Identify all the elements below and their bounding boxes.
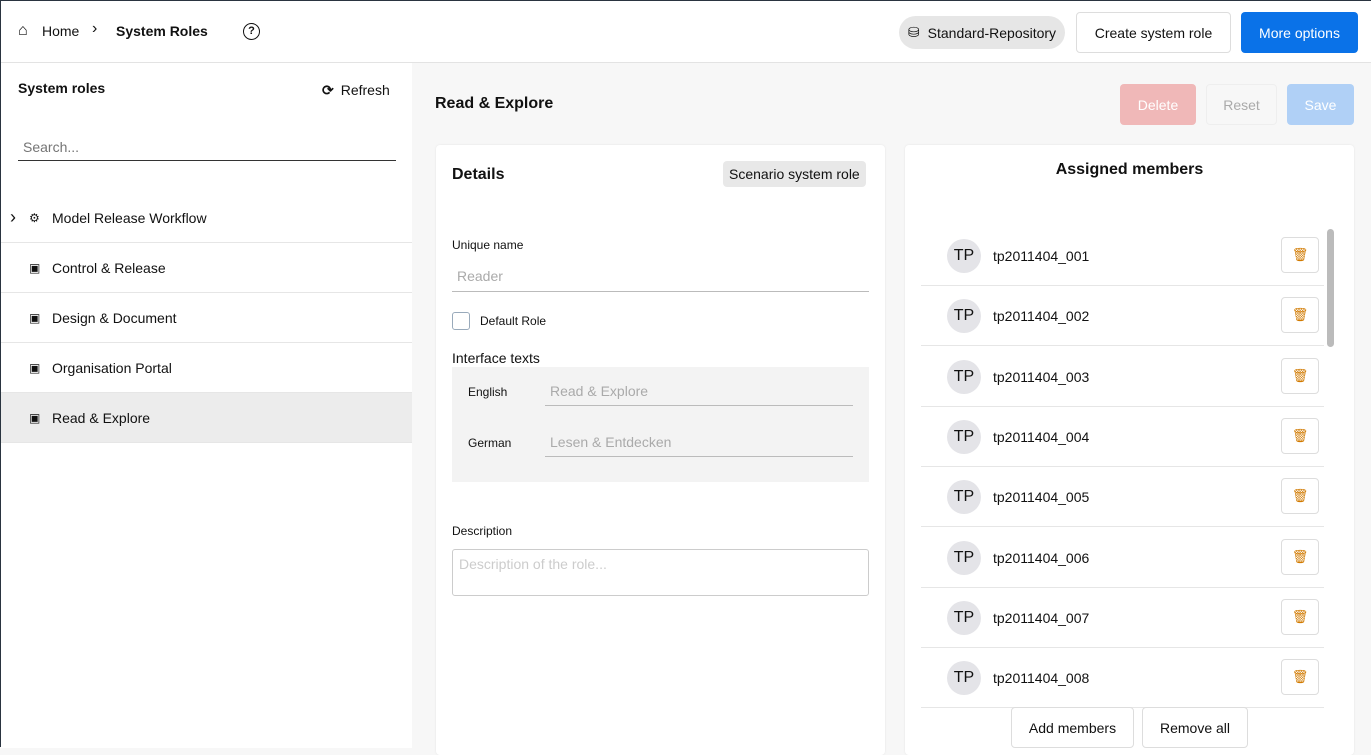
avatar: TP xyxy=(947,600,981,635)
member-name: tp2011404_001 xyxy=(993,248,1090,264)
trash-icon: 🗑 xyxy=(1291,488,1309,504)
add-members-button[interactable]: Add members xyxy=(1011,707,1134,748)
sidebar-item-control-release[interactable]: ▣ Control & Release xyxy=(1,243,412,293)
default-role-checkbox[interactable] xyxy=(452,312,470,330)
save-button[interactable]: Save xyxy=(1287,84,1354,125)
scenario-badge: Scenario system role xyxy=(723,161,866,187)
item-label: Organisation Portal xyxy=(52,359,172,376)
german-input[interactable]: Lesen & Entdecken xyxy=(545,426,853,457)
sidebar-item-model-release-workflow[interactable]: › ⚙ Model Release Workflow xyxy=(1,193,412,243)
item-label: Model Release Workflow xyxy=(52,209,207,226)
german-label: German xyxy=(468,436,512,450)
member-name: tp2011404_003 xyxy=(993,368,1090,385)
trash-icon: 🗑 xyxy=(1291,307,1309,323)
description-label: Description xyxy=(452,524,513,538)
member-row: TP tp2011404_006 🗑 xyxy=(921,528,1324,588)
member-row: TP tp2011404_001 🗑 xyxy=(921,226,1324,286)
remove-member-button[interactable]: 🗑 xyxy=(1281,237,1319,273)
details-title: Details xyxy=(452,166,505,183)
trash-icon: 🗑 xyxy=(1291,427,1309,443)
remove-member-button[interactable]: 🗑 xyxy=(1281,357,1319,394)
member-name: tp2011404_002 xyxy=(993,308,1090,325)
member-row: TP tp2011404_005 🗑 xyxy=(921,467,1324,528)
breadcrumb-current: System Roles xyxy=(116,23,208,39)
english-input[interactable]: Read & Explore xyxy=(545,375,853,406)
refresh-label: Refresh xyxy=(340,82,390,98)
scrollbar[interactable] xyxy=(1327,229,1334,347)
avatar: TP xyxy=(947,419,981,454)
item-label: Design & Document xyxy=(52,309,177,326)
role-icon: ▣ xyxy=(29,410,41,425)
repository-label: Standard-Repository xyxy=(927,24,1057,41)
remove-member-button[interactable]: 🗑 xyxy=(1281,478,1319,515)
database-icon: ⛁ xyxy=(907,24,920,40)
avatar: TP xyxy=(947,661,981,696)
refresh-button[interactable]: ⟳ Refresh xyxy=(322,82,390,99)
english-label: English xyxy=(468,385,508,399)
trash-icon: 🗑 xyxy=(1291,548,1309,564)
remove-member-button[interactable]: 🗑 xyxy=(1281,297,1319,334)
sidebar-item-read-explore[interactable]: ▣ Read & Explore xyxy=(1,393,412,443)
member-row: TP tp2011404_003 🗑 xyxy=(921,347,1324,407)
interface-texts-panel: English Read & Explore German Lesen & En… xyxy=(452,367,869,482)
sidebar: System roles ⟳ Refresh › ⚙ Model Release Wo… xyxy=(1,63,412,748)
chevron-right-icon[interactable]: › xyxy=(10,207,16,228)
remove-member-button[interactable]: 🗑 xyxy=(1281,417,1319,454)
remove-member-button[interactable]: 🗑 xyxy=(1281,538,1319,575)
interface-texts-label: Interface texts xyxy=(452,350,540,366)
default-role-label: Default Role xyxy=(480,314,547,328)
top-bar: ⌂ Home › System Roles ? ⛁ Standard-Reposi… xyxy=(1,1,1371,63)
role-icon: ▣ xyxy=(29,310,41,325)
unique-name-input[interactable]: Reader xyxy=(452,261,869,292)
member-name: tp2011404_006 xyxy=(993,549,1090,566)
reset-button[interactable]: Reset xyxy=(1206,84,1277,125)
remove-all-button[interactable]: Remove all xyxy=(1142,707,1248,748)
page-title: Read & Explore xyxy=(435,95,554,112)
item-label: Control & Release xyxy=(52,259,166,276)
avatar: TP xyxy=(947,239,981,273)
member-name: tp2011404_005 xyxy=(993,489,1090,506)
members-title: Assigned members xyxy=(1055,161,1204,178)
member-name: tp2011404_004 xyxy=(993,428,1090,445)
description-textarea[interactable]: Description of the role... xyxy=(452,549,869,596)
member-row: TP tp2011404_008 🗑 xyxy=(921,648,1324,709)
more-options-button[interactable]: More options xyxy=(1241,12,1358,53)
create-system-role-button[interactable]: Create system role xyxy=(1076,12,1231,53)
member-row: TP tp2011404_007 🗑 xyxy=(921,588,1324,648)
breadcrumb-home[interactable]: Home xyxy=(42,23,79,39)
home-icon[interactable]: ⌂ xyxy=(18,22,28,40)
help-icon[interactable]: ? xyxy=(243,23,260,40)
item-label: Read & Explore xyxy=(52,409,151,426)
avatar: TP xyxy=(947,299,981,334)
remove-member-button[interactable]: 🗑 xyxy=(1281,659,1319,696)
delete-button[interactable]: Delete xyxy=(1120,84,1196,125)
sidebar-item-design-document[interactable]: ▣ Design & Document xyxy=(1,293,412,343)
avatar: TP xyxy=(947,540,981,575)
sidebar-title: System roles xyxy=(18,80,106,96)
workflow-icon: ⚙ xyxy=(29,210,40,225)
member-row: TP tp2011404_004 🗑 xyxy=(921,407,1324,467)
member-name: tp2011404_007 xyxy=(993,609,1090,626)
avatar: TP xyxy=(947,480,981,515)
trash-icon: 🗑 xyxy=(1291,367,1309,383)
remove-member-button[interactable]: 🗑 xyxy=(1281,598,1319,635)
role-icon: ▣ xyxy=(29,260,41,275)
avatar: TP xyxy=(947,359,981,394)
trash-icon: 🗑 xyxy=(1291,669,1309,685)
details-card: Details Scenario system role Unique name… xyxy=(436,145,885,755)
repository-chip[interactable]: ⛁ Standard-Repository xyxy=(899,16,1065,49)
member-row: TP tp2011404_002 🗑 xyxy=(921,286,1324,347)
search-input[interactable] xyxy=(18,133,396,161)
trash-icon: 🗑 xyxy=(1291,608,1309,624)
chevron-right-icon: › xyxy=(92,20,98,37)
unique-name-label: Unique name xyxy=(452,238,524,252)
trash-icon: 🗑 xyxy=(1291,247,1309,262)
role-icon: ▣ xyxy=(29,360,41,375)
members-card: Assigned members TP tp2011404_001 🗑 TP tp201… xyxy=(905,145,1354,755)
refresh-icon: ⟳ xyxy=(322,82,334,98)
sidebar-item-organisation-portal[interactable]: ▣ Organisation Portal xyxy=(1,343,412,393)
member-name: tp2011404_008 xyxy=(993,670,1090,687)
